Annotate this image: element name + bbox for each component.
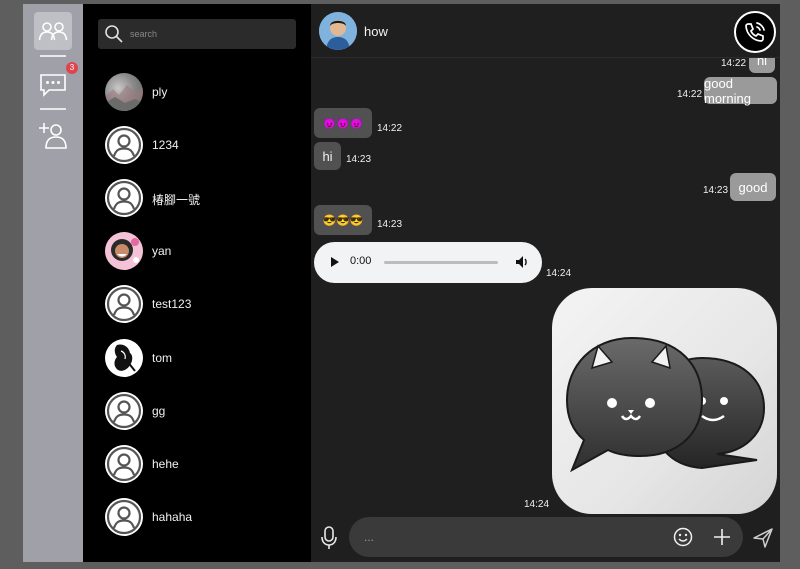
avatar (105, 232, 143, 270)
app-window: 3 search ply 1234 椿腳一號 yan test123 tom g… (23, 4, 780, 562)
message-bubble-outgoing: good morning (704, 75, 777, 106)
add-friend-tab[interactable] (34, 116, 72, 154)
attach-button[interactable] (711, 526, 733, 548)
message-bubble-incoming: 😎😎😎 (314, 205, 372, 235)
chat-cat-sticker-icon (565, 336, 766, 473)
microphone-icon (321, 526, 337, 549)
message-time: 14:24 (524, 499, 550, 510)
message-time: 14:22 (677, 89, 703, 100)
chat-contact-name: how (364, 24, 388, 39)
chats-tab[interactable]: 3 (34, 62, 78, 104)
contact-item[interactable]: test123 (83, 279, 311, 331)
voice-message-player: 0:00 (314, 242, 542, 283)
message-time: 14:22 (377, 123, 403, 134)
plus-icon (714, 529, 730, 545)
search-input[interactable] (130, 19, 290, 49)
message-text: hi (322, 148, 333, 164)
nav-rail: 3 (23, 4, 83, 562)
rail-divider (40, 108, 66, 110)
contact-name: hehe (152, 457, 179, 471)
smiley-icon (673, 527, 693, 547)
play-button[interactable] (331, 257, 339, 267)
contact-name: ply (152, 85, 168, 99)
contact-item[interactable]: hahaha (83, 492, 311, 544)
message-time: 14:23 (377, 219, 403, 230)
avatar (105, 73, 143, 111)
default-avatar-icon (105, 445, 143, 483)
message-composer (349, 517, 743, 557)
search-icon (105, 25, 123, 43)
message-bubble-incoming: 😈😈😈 (314, 108, 372, 138)
message-text: good (738, 179, 768, 195)
emoji-button[interactable] (672, 526, 694, 548)
default-avatar-icon (105, 179, 143, 217)
message-bubble-incoming: hi (314, 142, 341, 170)
phone-call-icon (745, 22, 765, 42)
avatar (105, 339, 143, 377)
default-avatar-icon (105, 126, 143, 164)
contact-item[interactable]: 椿腳一號 (83, 173, 311, 225)
contact-item[interactable]: yan (83, 226, 311, 278)
message-time: 14:22 (721, 58, 747, 69)
contact-name: 1234 (152, 138, 179, 152)
volume-icon[interactable] (514, 254, 530, 275)
send-icon (753, 528, 773, 548)
add-user-icon (39, 123, 67, 149)
message-text: good morning (704, 75, 751, 106)
default-avatar-icon (105, 285, 143, 323)
contact-name: 椿腳一號 (152, 193, 201, 207)
contact-item[interactable]: gg (83, 386, 311, 438)
default-avatar-icon (105, 392, 143, 430)
contact-item[interactable]: 1234 (83, 120, 311, 172)
unread-badge: 3 (66, 62, 78, 74)
sticker-message (552, 288, 777, 514)
contact-item[interactable]: tom (83, 333, 311, 385)
contact-name: yan (152, 244, 172, 258)
voice-record-button[interactable] (317, 524, 341, 552)
rail-divider (40, 55, 66, 57)
users-icon (38, 22, 68, 41)
default-avatar-icon (105, 498, 143, 536)
call-button[interactable] (734, 11, 776, 53)
contact-name: hahaha (152, 510, 193, 524)
avatar[interactable] (319, 12, 357, 50)
message-input[interactable] (364, 517, 654, 557)
message-text: 😈😈😈 (322, 117, 364, 130)
contact-name: test123 (152, 297, 192, 311)
contact-name: tom (152, 351, 173, 365)
message-text: 😎😎😎 (322, 214, 364, 227)
send-button[interactable] (751, 525, 775, 551)
message-time: 14:24 (546, 268, 572, 279)
message-time: 14:23 (703, 185, 729, 196)
audio-progress-slider[interactable] (384, 261, 498, 264)
chat-panel: how hi 14:22 good morning 14:22 😈😈😈 14:2… (311, 4, 780, 562)
contact-item[interactable]: hehe (83, 439, 311, 491)
contact-list-panel: ply 1234 椿腳一號 yan test123 (83, 4, 311, 562)
message-time: 14:23 (346, 154, 372, 165)
chat-icon (40, 74, 66, 97)
message-bubble-outgoing: good (730, 173, 776, 201)
chat-header: how (311, 4, 780, 58)
audio-current-time: 0:00 (350, 255, 372, 267)
contact-item[interactable]: ply (83, 67, 311, 119)
friends-tab[interactable] (34, 12, 72, 50)
contact-name: gg (152, 404, 166, 418)
search-box (98, 19, 296, 49)
